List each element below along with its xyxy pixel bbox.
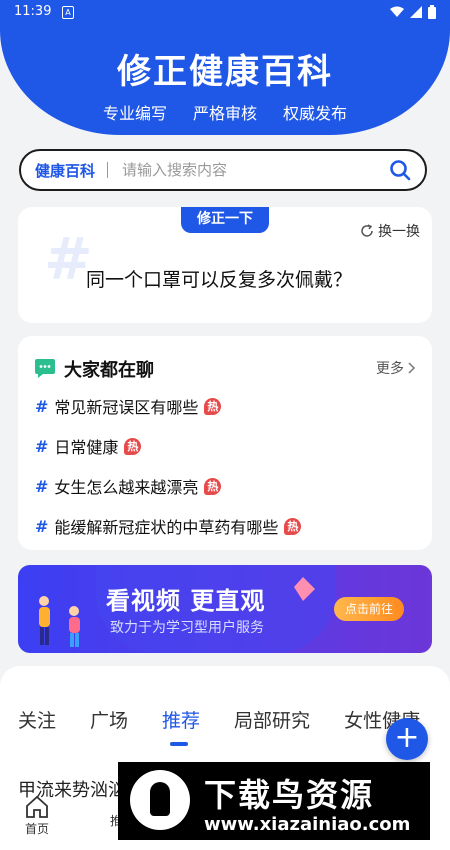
hash-icon: # [35,436,49,456]
topic-text: 能缓解新冠症状的中草药有哪些 [54,518,279,537]
topic-item[interactable]: # 日常健康热 [35,434,142,458]
search-icon[interactable] [389,159,411,181]
hot-badge: 热 [204,397,222,415]
kite-icon [294,577,315,601]
watermark-url: www.xiazainiao.com [204,814,411,835]
question-badge: 修正一下 [181,207,269,233]
hot-badge: 热 [124,437,142,455]
header-tag: 严格审核 [192,104,257,123]
discussion-header: 大家都在聊 [34,356,154,382]
refresh-label: 换一换 [378,224,420,240]
nav-home-label: 首页 [24,822,49,836]
topic-item[interactable]: # 常见新冠误区有哪些热 [35,394,222,418]
banner-subline: 致力于为学习型用户服务 [110,620,264,636]
hash-icon: # [35,476,49,496]
battery-icon [428,5,436,19]
go-button[interactable]: 点击前往 [334,597,404,621]
tab-follow[interactable]: 关注 [18,706,56,733]
people-illustration-icon [39,596,80,647]
topic-text: 日常健康 [54,438,119,457]
header-tag: 专业编写 [102,104,167,123]
header-banner: 11:39 A 修正健康百科 专业编写 严格审核 权威发布 [0,0,450,135]
more-link[interactable]: 更多 [376,358,416,378]
header-tags: 专业编写 严格审核 权威发布 [0,100,450,124]
home-icon [26,795,48,818]
topic-text: 女生怎么越来越漂亮 [54,478,199,497]
search-brand: 健康百科 [35,161,96,180]
topic-item[interactable]: # 女生怎么越来越漂亮热 [35,474,222,498]
header-tag: 权威发布 [283,104,348,123]
question-text[interactable]: 同一个口罩可以反复多次佩戴？ [86,265,352,292]
chat-icon [35,359,55,378]
hot-badge: 热 [284,517,302,535]
search-input[interactable] [120,160,389,180]
hot-badge: 热 [204,477,222,495]
status-icons [390,5,436,19]
video-banner[interactable]: 看视频 更直观 致力于为学习型用户服务 点击前往 [18,565,432,653]
refresh-icon [361,224,373,237]
topic-text: 常见新冠误区有哪些 [54,398,199,417]
topic-item[interactable]: # 能缓解新冠症状的中草药有哪些热 [35,514,302,538]
tab-recommend[interactable]: 推荐 [162,706,200,733]
more-label: 更多 [376,361,404,377]
search-bar[interactable]: 健康百科 [19,149,427,191]
nav-home[interactable]: 首页 [24,794,50,837]
discussion-title: 大家都在聊 [64,360,154,381]
hash-icon: # [35,516,49,536]
status-time: 11:39 [14,4,52,19]
status-bar: 11:39 A [0,0,450,24]
tab-local-research[interactable]: 局部研究 [234,706,310,733]
refresh-button[interactable]: 换一换 [360,221,420,241]
hash-icon: # [35,396,49,416]
banner-headline: 看视频 更直观 [106,587,266,615]
watermark: 下载鸟资源 www.xiazainiao.com [118,762,430,840]
signal-icon [410,6,422,18]
chevron-right-icon [408,362,416,374]
bird-logo-icon [130,770,190,830]
search-divider [107,162,109,178]
active-tab-indicator [170,742,188,746]
wifi-icon [390,6,404,17]
discussion-card: 大家都在聊 更多 # 常见新冠误区有哪些热 # 日常健康热 # 女生怎么越来越漂亮热 … [18,336,432,550]
sim-icon: A [62,6,74,19]
question-card[interactable]: 修正一下 # 换一换 同一个口罩可以反复多次佩戴？ [18,207,432,323]
add-post-button[interactable]: + [386,718,428,760]
category-tabs: 关注 广场 推荐 局部研究 女性健康 [18,706,450,733]
tab-square[interactable]: 广场 [90,706,128,733]
app-title: 修正健康百科 [117,52,333,92]
watermark-main: 下载鸟资源 [204,776,375,814]
